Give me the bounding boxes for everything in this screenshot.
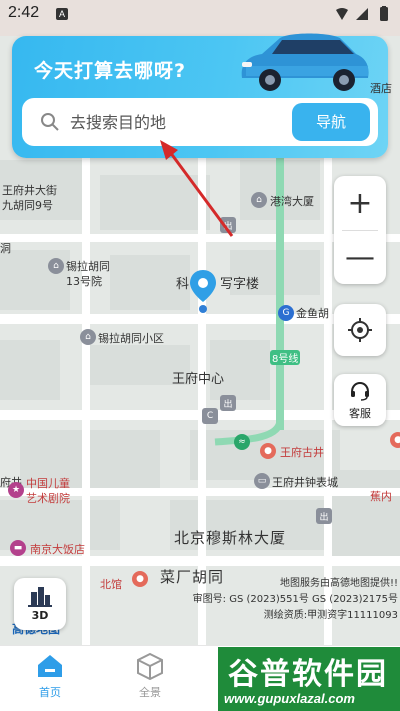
zoom-in-button[interactable]: +	[334, 176, 386, 230]
map-label: 金鱼胡	[296, 307, 329, 320]
customer-service-label: 客服	[349, 407, 371, 420]
map-label: 王府井大街	[2, 184, 57, 197]
map-label: 锡拉胡同	[66, 260, 110, 273]
building-icon: ⌂	[48, 258, 64, 274]
shop-icon: C	[202, 408, 218, 424]
tab-panorama[interactable]: 全景	[120, 652, 180, 708]
crosshair-icon	[348, 318, 372, 342]
building-icon: ⌂	[80, 329, 96, 345]
tab-home-label: 首页	[39, 686, 61, 699]
map-label: 王府井钟表城	[272, 476, 338, 489]
copyright-line: 地图服务由高德地图提供!!	[279, 578, 398, 589]
copyright-line: 审图号: GS (2023)551号 GS (2023)2175号	[192, 594, 398, 605]
notification-icon: A	[56, 8, 68, 20]
exit-icon: 出	[220, 217, 236, 233]
locate-button[interactable]	[334, 304, 386, 356]
map-label: 写字楼	[220, 277, 260, 292]
map-label: 中国儿童	[26, 477, 70, 490]
metro-icon: G	[278, 305, 294, 321]
food-icon: ●	[132, 571, 148, 587]
bank-icon: ≈	[234, 434, 250, 450]
zoom-out-button[interactable]: —	[334, 230, 386, 284]
customer-service-button[interactable]: 客服	[334, 374, 386, 426]
location-pin-icon[interactable]	[188, 268, 218, 316]
watermark-title: 谷普软件园	[228, 657, 388, 692]
shop-icon: ▭	[254, 473, 270, 489]
search-input[interactable]	[70, 109, 270, 135]
greeting-title: 今天打算去哪呀?	[34, 60, 187, 82]
map-label: 艺术剧院	[26, 492, 70, 505]
clock: 2:42	[8, 4, 40, 21]
search-bar[interactable]: 导航	[22, 98, 378, 146]
restaurant-icon: ●	[260, 443, 276, 459]
map-copyright: 地图服务由高德地图提供!! 审图号: GS (2023)551号 GS (202…	[162, 576, 398, 624]
theater-icon: ★	[8, 482, 24, 498]
map-label: 锡拉胡同小区	[98, 332, 164, 345]
watermark: 谷普软件园 www.gupuxlazal.com	[218, 647, 400, 711]
search-card: 今天打算去哪呀? 导航	[12, 33, 388, 158]
copyright-line: 测绘资质:甲测资字11111093	[263, 610, 398, 621]
map-label: 13号院	[66, 275, 102, 288]
parking-icon: 出	[220, 395, 236, 411]
3d-view-button[interactable]: 3D	[14, 578, 66, 630]
status-bar: 2:42 A	[0, 0, 400, 30]
map-label: 王府中心	[172, 372, 225, 387]
home-icon	[38, 655, 62, 677]
map-label: 北京穆斯林大厦	[174, 529, 287, 547]
metro-line-badge: 8号线	[270, 350, 301, 365]
hotel-icon: ▬	[10, 540, 26, 556]
restaurant-icon: ●	[390, 432, 400, 448]
headset-icon	[351, 381, 369, 401]
map-label: 港湾大厦	[270, 195, 314, 208]
map-label: 九胡同9号	[2, 199, 53, 212]
map-label: 洞	[0, 242, 11, 255]
zoom-controls: + —	[334, 176, 386, 284]
map-label: 北馆	[100, 578, 122, 591]
map-label: 王府古井	[280, 446, 324, 459]
navigate-button[interactable]: 导航	[292, 103, 370, 141]
map-label: 蕉内	[370, 490, 392, 503]
car-illustration-icon	[241, 33, 369, 91]
tab-home[interactable]: 首页	[20, 652, 80, 708]
building-icon: ⌂	[251, 192, 267, 208]
3d-buildings-icon	[28, 587, 52, 607]
watermark-url: www.gupuxlazal.com	[224, 691, 355, 706]
exit-icon: 出	[316, 508, 332, 524]
tab-panorama-label: 全景	[139, 686, 161, 699]
3d-label: 3D	[31, 609, 49, 622]
signal-battery-icon	[336, 6, 388, 21]
search-icon	[41, 113, 59, 131]
cube-icon	[137, 652, 163, 680]
map-label: 南京大饭店	[30, 543, 85, 556]
map-label: 酒店	[370, 82, 392, 95]
